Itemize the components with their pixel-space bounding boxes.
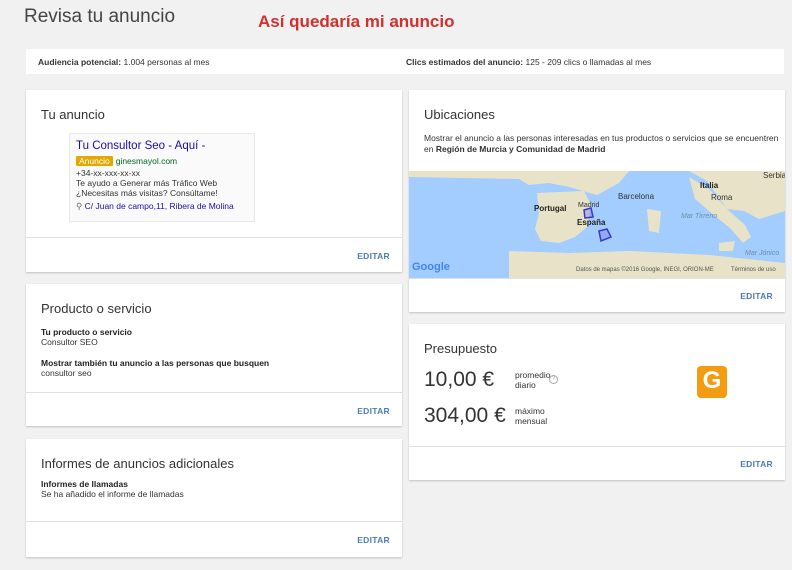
brand-logo-icon: G: [697, 366, 727, 398]
edit-ad-button[interactable]: EDITAR: [357, 251, 390, 261]
locations-regions: Región de Murcia y Comunidad de Madrid: [435, 144, 606, 154]
card-divider: [409, 278, 785, 279]
daily-budget-amount: 10,00 €: [424, 368, 495, 391]
daily-budget-unit: promedio diario: [515, 370, 550, 390]
ad-address-row: ⚲ C/ Juan de campo,11, Ribera de Molina: [76, 201, 234, 212]
map-label-madrid: Madrid: [578, 202, 600, 209]
daily-unit-line-1: promedio: [515, 370, 551, 380]
audience-stat: Audiencia potencial: 1.004 personas al m…: [38, 57, 210, 67]
clicks-value: 125 - 209 clics o llamadas al mes: [525, 57, 652, 67]
monthly-budget-amount: 304,00 €: [424, 404, 506, 427]
edit-reports-button[interactable]: EDITAR: [357, 535, 390, 545]
map-label-roma: Roma: [711, 193, 733, 202]
ad-preview: Tu Consultor Seo - Aquí - Anuncio ginesma…: [69, 133, 255, 222]
annotation-text: Así quedaría mi anuncio: [258, 12, 455, 31]
product-card-title: Producto o servicio: [41, 301, 152, 316]
card-divider: [26, 392, 402, 393]
budget-card-title: Presupuesto: [424, 341, 497, 356]
audience-value: 1.004 personas al mes: [123, 57, 210, 67]
monthly-unit-line-1: máximo: [515, 406, 545, 416]
monthly-budget-unit: máximo mensual: [515, 406, 547, 426]
locations-description: Mostrar el anuncio a las personas intere…: [424, 133, 784, 155]
map-label-mar-jonico: Mar Jónico: [745, 250, 780, 257]
clicks-label: Clics estimados del anuncio:: [406, 57, 524, 67]
ad-card-title: Tu anuncio: [41, 107, 105, 122]
map-region-madrid: [583, 207, 594, 219]
clicks-stat: Clics estimados del anuncio: 125 - 209 c…: [406, 57, 651, 67]
card-divider: [26, 237, 402, 238]
product-label: Tu producto o servicio: [41, 327, 132, 337]
map-label-mar-tirreno: Mar Tirreno: [681, 213, 718, 220]
map-label-portugal: Portugal: [534, 204, 567, 213]
edit-locations-button[interactable]: EDITAR: [740, 291, 773, 301]
map-label-espana: España: [577, 218, 606, 227]
product-card: Producto o servicio Tu producto o servic…: [26, 284, 402, 426]
ad-card: Tu anuncio Tu Consultor Seo - Aquí - Anu…: [26, 90, 402, 272]
reports-label: Informes de llamadas: [41, 479, 128, 489]
locations-card-title: Ubicaciones: [424, 107, 495, 122]
help-icon[interactable]: ?: [549, 375, 558, 384]
map-sardinia: [647, 209, 661, 233]
google-logo: Google: [412, 261, 450, 273]
ad-description-2: ¿Necesitas más visitas? Consúltame!: [76, 188, 218, 198]
reports-card-title: Informes de anuncios adicionales: [41, 456, 234, 471]
reports-card: Informes de anuncios adicionales Informe…: [26, 439, 402, 557]
daily-unit-line-2: diario: [515, 380, 536, 390]
location-pin-icon: ⚲: [76, 201, 83, 211]
ad-description-1: Te ayudo a Generar más Tráfico Web: [76, 178, 218, 188]
edit-product-button[interactable]: EDITAR: [357, 406, 390, 416]
product-value: Consultor SEO: [41, 337, 98, 347]
google-logo-text: Google: [412, 261, 450, 273]
edit-budget-button[interactable]: EDITAR: [740, 459, 773, 469]
stats-bar: Audiencia potencial: 1.004 personas al m…: [26, 49, 784, 74]
card-divider: [409, 446, 785, 447]
ad-badge: Anuncio: [76, 156, 113, 166]
ad-address: C/ Juan de campo,11, Ribera de Molina: [84, 201, 234, 211]
locations-map[interactable]: Italia Serbia Portugal Madrid Barcelona …: [409, 171, 785, 278]
map-label-italia: Italia: [700, 181, 719, 190]
map-label-serbia: Serbia: [763, 171, 785, 180]
card-divider: [26, 521, 402, 522]
locations-card: Ubicaciones Mostrar el anuncio a las per…: [409, 90, 785, 312]
reports-value: Se ha añadido el informe de llamadas: [41, 489, 184, 499]
monthly-unit-line-2: mensual: [515, 416, 548, 426]
map-terms-link[interactable]: Términos de uso: [731, 267, 776, 273]
ad-badge-row: Anuncio ginesmayol.com: [76, 156, 177, 166]
ad-display-url: ginesmayol.com: [115, 156, 178, 166]
budget-card: Presupuesto 10,00 € promedio diario ? 30…: [409, 324, 785, 480]
ad-headline[interactable]: Tu Consultor Seo - Aquí -: [76, 140, 205, 152]
also-show-label: Mostrar también tu anuncio a las persona…: [41, 358, 270, 368]
page-title: Revisa tu anuncio: [24, 6, 176, 27]
ad-phone: +34-xx-xxx-xx-xx: [76, 168, 140, 178]
map-attribution: Datos de mapas ©2016 Google, INEGI, ORIO…: [576, 267, 714, 273]
map-label-barcelona: Barcelona: [618, 192, 655, 201]
audience-label: Audiencia potencial:: [38, 57, 122, 67]
also-show-value: consultor seo: [41, 368, 92, 378]
